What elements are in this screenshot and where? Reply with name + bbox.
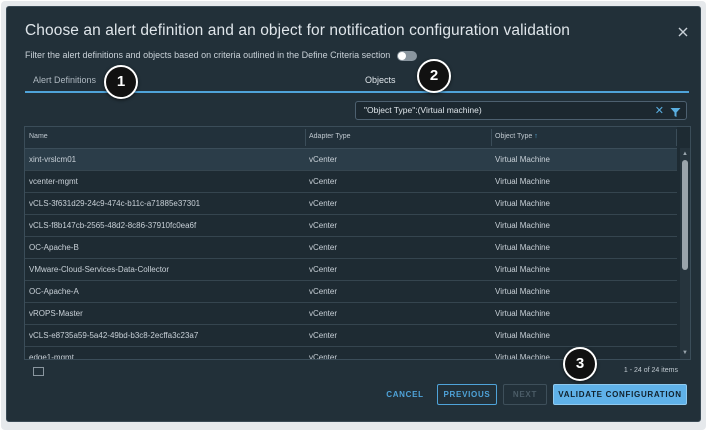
table-row[interactable]: vCLS-f8b147cb-2565-48d2-8c86-37910fc0ea6… xyxy=(25,215,677,237)
cell-name: vCLS-f8b147cb-2565-48d2-8c86-37910fc0ea6… xyxy=(29,221,197,230)
column-label: Object Type xyxy=(495,133,533,140)
scroll-up-icon[interactable]: ▲ xyxy=(682,151,688,157)
column-header-object-type[interactable]: Object Type ↑ xyxy=(495,133,538,140)
tab-objects[interactable]: Objects xyxy=(365,75,396,85)
table-row[interactable]: vCLS-3f631d29-24c9-474c-b11c-a71885e3730… xyxy=(25,193,677,215)
table-scrollbar[interactable]: ▲ ▼ xyxy=(680,148,690,359)
tab-alert-definitions[interactable]: Alert Definitions xyxy=(33,75,96,85)
column-header-adapter-type[interactable]: Adapter Type xyxy=(309,133,351,140)
column-header-name[interactable]: Name xyxy=(29,133,48,140)
column-toggle-icon[interactable] xyxy=(33,367,44,376)
table-row[interactable]: VMware-Cloud-Services-Data-Collector vCen… xyxy=(25,259,677,281)
cell-adapter-type: vCenter xyxy=(309,353,338,360)
filter-label: Filter the alert definitions and objects… xyxy=(25,50,391,60)
cell-name: vcenter-mgmt xyxy=(29,177,78,186)
step-callout-1: 1 xyxy=(104,65,138,99)
table-row[interactable]: OC-Apache-A vCenter Virtual Machine xyxy=(25,281,677,303)
toggle-knob xyxy=(398,52,406,60)
table-row[interactable]: vcenter-mgmt vCenter Virtual Machine xyxy=(25,171,677,193)
sort-ascending-icon: ↑ xyxy=(534,133,538,140)
cell-adapter-type: vCenter xyxy=(309,177,338,186)
filter-toggle[interactable] xyxy=(397,51,417,61)
cell-object-type: Virtual Machine xyxy=(495,287,550,296)
close-icon[interactable] xyxy=(675,24,691,40)
cell-adapter-type: vCenter xyxy=(309,265,338,274)
validate-configuration-button[interactable]: VALIDATE CONFIGURATION xyxy=(553,384,687,405)
table-row[interactable]: OC-Apache-B vCenter Virtual Machine xyxy=(25,237,677,259)
cancel-button[interactable]: CANCEL xyxy=(383,384,427,405)
cell-object-type: Virtual Machine xyxy=(495,177,550,186)
cell-adapter-type: vCenter xyxy=(309,331,338,340)
cell-object-type: Virtual Machine xyxy=(495,155,550,164)
clear-filter-icon[interactable]: ✕ xyxy=(655,104,664,117)
objects-table: Name Adapter Type Object Type ↑ xint-vrs… xyxy=(24,126,691,360)
column-divider[interactable] xyxy=(491,129,492,146)
cell-name: vCLS-3f631d29-24c9-474c-b11c-a71885e3730… xyxy=(29,199,201,208)
table-row[interactable]: vROPS-Master vCenter Virtual Machine xyxy=(25,303,677,325)
cell-object-type: Virtual Machine xyxy=(495,221,550,230)
cell-name: VMware-Cloud-Services-Data-Collector xyxy=(29,265,170,274)
cell-object-type: Virtual Machine xyxy=(495,309,550,318)
dialog-title: Choose an alert definition and an object… xyxy=(25,22,571,39)
object-filter-input[interactable]: "Object Type":(Virtual machine) ✕ xyxy=(355,101,687,120)
cell-name: OC-Apache-B xyxy=(29,243,79,252)
column-divider[interactable] xyxy=(305,129,306,146)
cell-object-type: Virtual Machine xyxy=(495,199,550,208)
cell-object-type: Virtual Machine xyxy=(495,243,550,252)
table-row[interactable]: vCLS-e8735a59-5a42-49bd-b3c8-2ecffa3c23a… xyxy=(25,325,677,347)
cell-name: OC-Apache-A xyxy=(29,287,79,296)
cell-object-type: Virtual Machine xyxy=(495,331,550,340)
cell-object-type: Virtual Machine xyxy=(495,353,550,360)
column-divider[interactable] xyxy=(676,129,677,146)
next-button[interactable]: NEXT xyxy=(503,384,547,405)
cell-object-type: Virtual Machine xyxy=(495,265,550,274)
cell-name: vCLS-e8735a59-5a42-49bd-b3c8-2ecffa3c23a… xyxy=(29,331,199,340)
cell-name: edge1-mgmt xyxy=(29,353,74,360)
step-callout-3: 3 xyxy=(563,347,597,381)
cell-adapter-type: vCenter xyxy=(309,221,338,230)
scrollbar-thumb[interactable] xyxy=(682,160,688,270)
previous-button[interactable]: PREVIOUS xyxy=(437,384,497,405)
cell-adapter-type: vCenter xyxy=(309,287,338,296)
table-header: Name Adapter Type Object Type ↑ xyxy=(25,127,677,149)
cell-name: xint-vrslcm01 xyxy=(29,155,77,164)
cell-adapter-type: vCenter xyxy=(309,155,338,164)
cell-adapter-type: vCenter xyxy=(309,309,338,318)
cell-name: vROPS-Master xyxy=(29,309,83,318)
cell-adapter-type: vCenter xyxy=(309,199,338,208)
filter-value: "Object Type":(Virtual machine) xyxy=(364,105,482,115)
pagination-count: 1 - 24 of 24 items xyxy=(623,367,678,374)
screenshot-frame: Choose an alert definition and an object… xyxy=(1,1,706,430)
step-callout-2: 2 xyxy=(417,59,451,93)
scroll-down-icon[interactable]: ▼ xyxy=(682,350,688,356)
funnel-icon[interactable] xyxy=(670,105,681,117)
cell-adapter-type: vCenter xyxy=(309,243,338,252)
table-row[interactable]: xint-vrslcm01 vCenter Virtual Machine xyxy=(25,149,677,171)
